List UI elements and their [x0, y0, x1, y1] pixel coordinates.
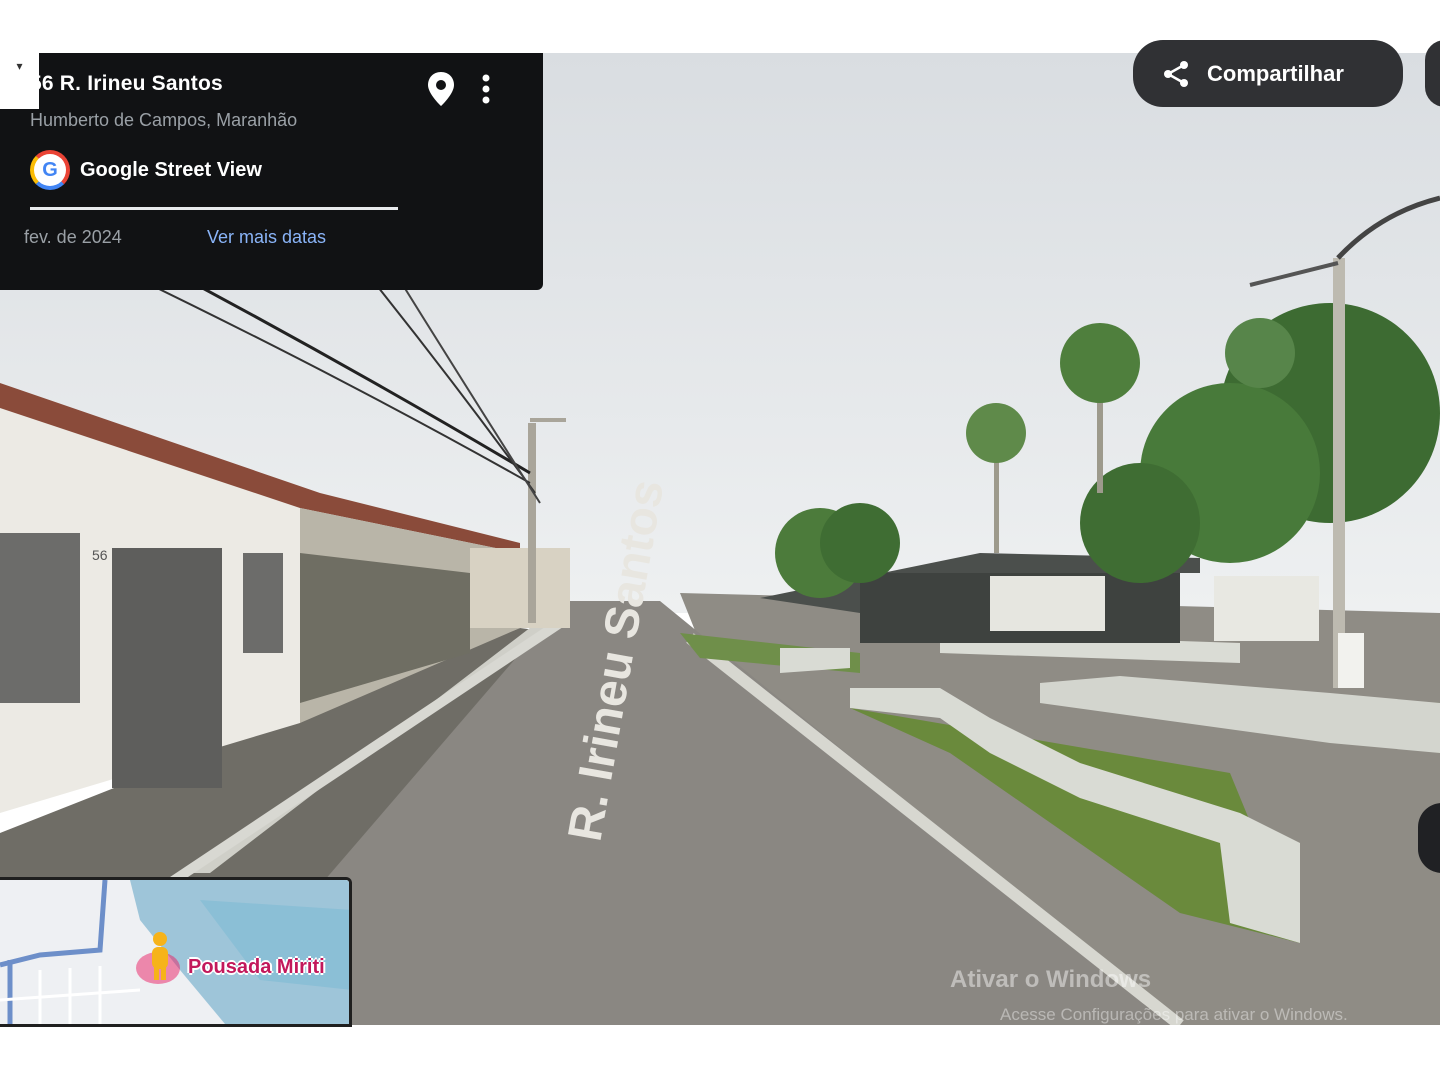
pegman-button[interactable] [136, 930, 186, 986]
address-subtitle: Humberto de Campos, Maranhão [30, 110, 298, 130]
distant-houses [470, 548, 570, 628]
share-icon [1164, 60, 1188, 87]
palm-crown [1060, 323, 1140, 403]
share-label: Compartilhar [1207, 60, 1344, 86]
window-grille-2 [243, 553, 283, 653]
window-grille [0, 533, 80, 703]
capture-date: fev. de 2024 [24, 227, 122, 247]
more-options-button[interactable] [472, 70, 500, 108]
card-divider [30, 207, 398, 210]
edge-control-button[interactable] [1425, 40, 1440, 107]
shed-wall [990, 576, 1105, 631]
brand-label: Google Street View [80, 158, 262, 181]
location-pin-button[interactable] [425, 70, 457, 108]
location-pin-icon [428, 72, 454, 106]
caret-down-icon: ▾ [16, 59, 23, 73]
door-gate [112, 548, 222, 788]
house-number: 56 [92, 547, 108, 563]
address-title: 56 R. Irineu Santos [30, 72, 223, 95]
street-light-pole [1333, 258, 1345, 688]
activation-watermark-sub: Acesse Configurações para ativar o Windo… [1000, 1005, 1348, 1024]
share-button[interactable]: Compartilhar [1133, 40, 1403, 107]
tree [820, 503, 900, 583]
activation-watermark: Ativar o Windows [950, 966, 1152, 993]
brand-row: G Google Street View [30, 150, 262, 190]
more-vert-icon [482, 74, 490, 104]
utility-pole [528, 423, 536, 623]
palm-crown [966, 403, 1026, 463]
minimap-place-label: Pousada Miriti [188, 956, 325, 978]
pegman-icon [136, 932, 180, 984]
palm-crown [1225, 318, 1295, 388]
more-dates-link[interactable]: Ver mais datas [207, 227, 326, 248]
pole-base [1338, 633, 1364, 688]
google-logo-icon: G [30, 150, 70, 190]
compass-control[interactable] [1418, 803, 1440, 873]
shed-wall-2 [1214, 576, 1319, 641]
pole-crossbar [530, 418, 566, 422]
